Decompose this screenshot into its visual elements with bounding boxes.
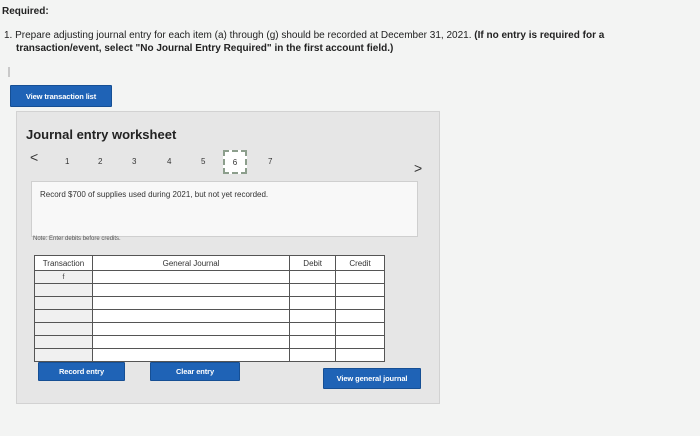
account-cell[interactable] (91, 335, 291, 349)
instruction-line-2: transaction/event, select "No Journal En… (16, 43, 394, 54)
credit-cell[interactable] (335, 335, 385, 349)
chevron-left-icon[interactable]: < (30, 149, 38, 165)
debits-note: Note: Enter debits before credits. (33, 236, 121, 242)
step-4[interactable]: 4 (167, 157, 171, 166)
general-journal-header: General Journal (91, 255, 291, 271)
debit-cell[interactable] (289, 270, 337, 284)
table-row: f (34, 270, 385, 284)
worksheet-title: Journal entry worksheet (26, 127, 177, 142)
table-row (34, 322, 385, 336)
journal-table: Transaction General Journal Debit Credit… (34, 255, 385, 362)
step-3[interactable]: 3 (132, 157, 136, 166)
transaction-cell (34, 322, 93, 336)
transaction-cell (34, 309, 93, 323)
debit-cell[interactable] (289, 296, 337, 310)
chevron-right-icon[interactable]: > (414, 160, 422, 176)
record-entry-button[interactable]: Record entry (38, 362, 125, 381)
step-2[interactable]: 2 (98, 157, 102, 166)
transaction-cell (34, 296, 93, 310)
step-1[interactable]: 1 (65, 157, 69, 166)
credit-cell[interactable] (335, 270, 385, 284)
account-cell[interactable] (91, 348, 291, 362)
debit-header: Debit (289, 255, 337, 271)
instruction-plain-text: 1. Prepare adjusting journal entry for e… (4, 30, 472, 41)
table-row (34, 335, 385, 349)
table-row (34, 348, 385, 362)
step-5[interactable]: 5 (201, 157, 205, 166)
instruction-line-1: 1. Prepare adjusting journal entry for e… (4, 30, 604, 41)
required-heading: Required: (2, 6, 49, 17)
transaction-description: Record $700 of supplies used during 2021… (40, 190, 269, 199)
debit-cell[interactable] (289, 283, 337, 297)
journal-header-row: Transaction General Journal Debit Credit (34, 255, 385, 271)
left-marker (8, 67, 10, 77)
account-cell[interactable] (91, 309, 291, 323)
credit-cell[interactable] (335, 322, 385, 336)
view-transaction-list-button[interactable]: View transaction list (10, 85, 112, 107)
transaction-cell: f (34, 270, 93, 284)
account-cell[interactable] (91, 283, 291, 297)
step-7[interactable]: 7 (268, 157, 272, 166)
credit-cell[interactable] (335, 296, 385, 310)
account-cell[interactable] (91, 296, 291, 310)
credit-cell[interactable] (335, 283, 385, 297)
account-cell[interactable] (91, 322, 291, 336)
table-row (34, 283, 385, 297)
debit-cell[interactable] (289, 322, 337, 336)
instruction-bold-text: (If no entry is required for a (474, 30, 605, 41)
transaction-header: Transaction (34, 255, 93, 271)
credit-cell[interactable] (335, 309, 385, 323)
debit-cell[interactable] (289, 348, 337, 362)
table-row (34, 309, 385, 323)
debit-cell[interactable] (289, 309, 337, 323)
credit-header: Credit (335, 255, 385, 271)
credit-cell[interactable] (335, 348, 385, 362)
step-6-active[interactable]: 6 (223, 150, 247, 174)
transaction-cell (34, 283, 93, 297)
debit-cell[interactable] (289, 335, 337, 349)
account-cell[interactable] (91, 270, 291, 284)
table-row (34, 296, 385, 310)
transaction-cell (34, 335, 93, 349)
transaction-cell (34, 348, 93, 362)
view-general-journal-button[interactable]: View general journal (323, 368, 421, 389)
clear-entry-button[interactable]: Clear entry (150, 362, 240, 381)
